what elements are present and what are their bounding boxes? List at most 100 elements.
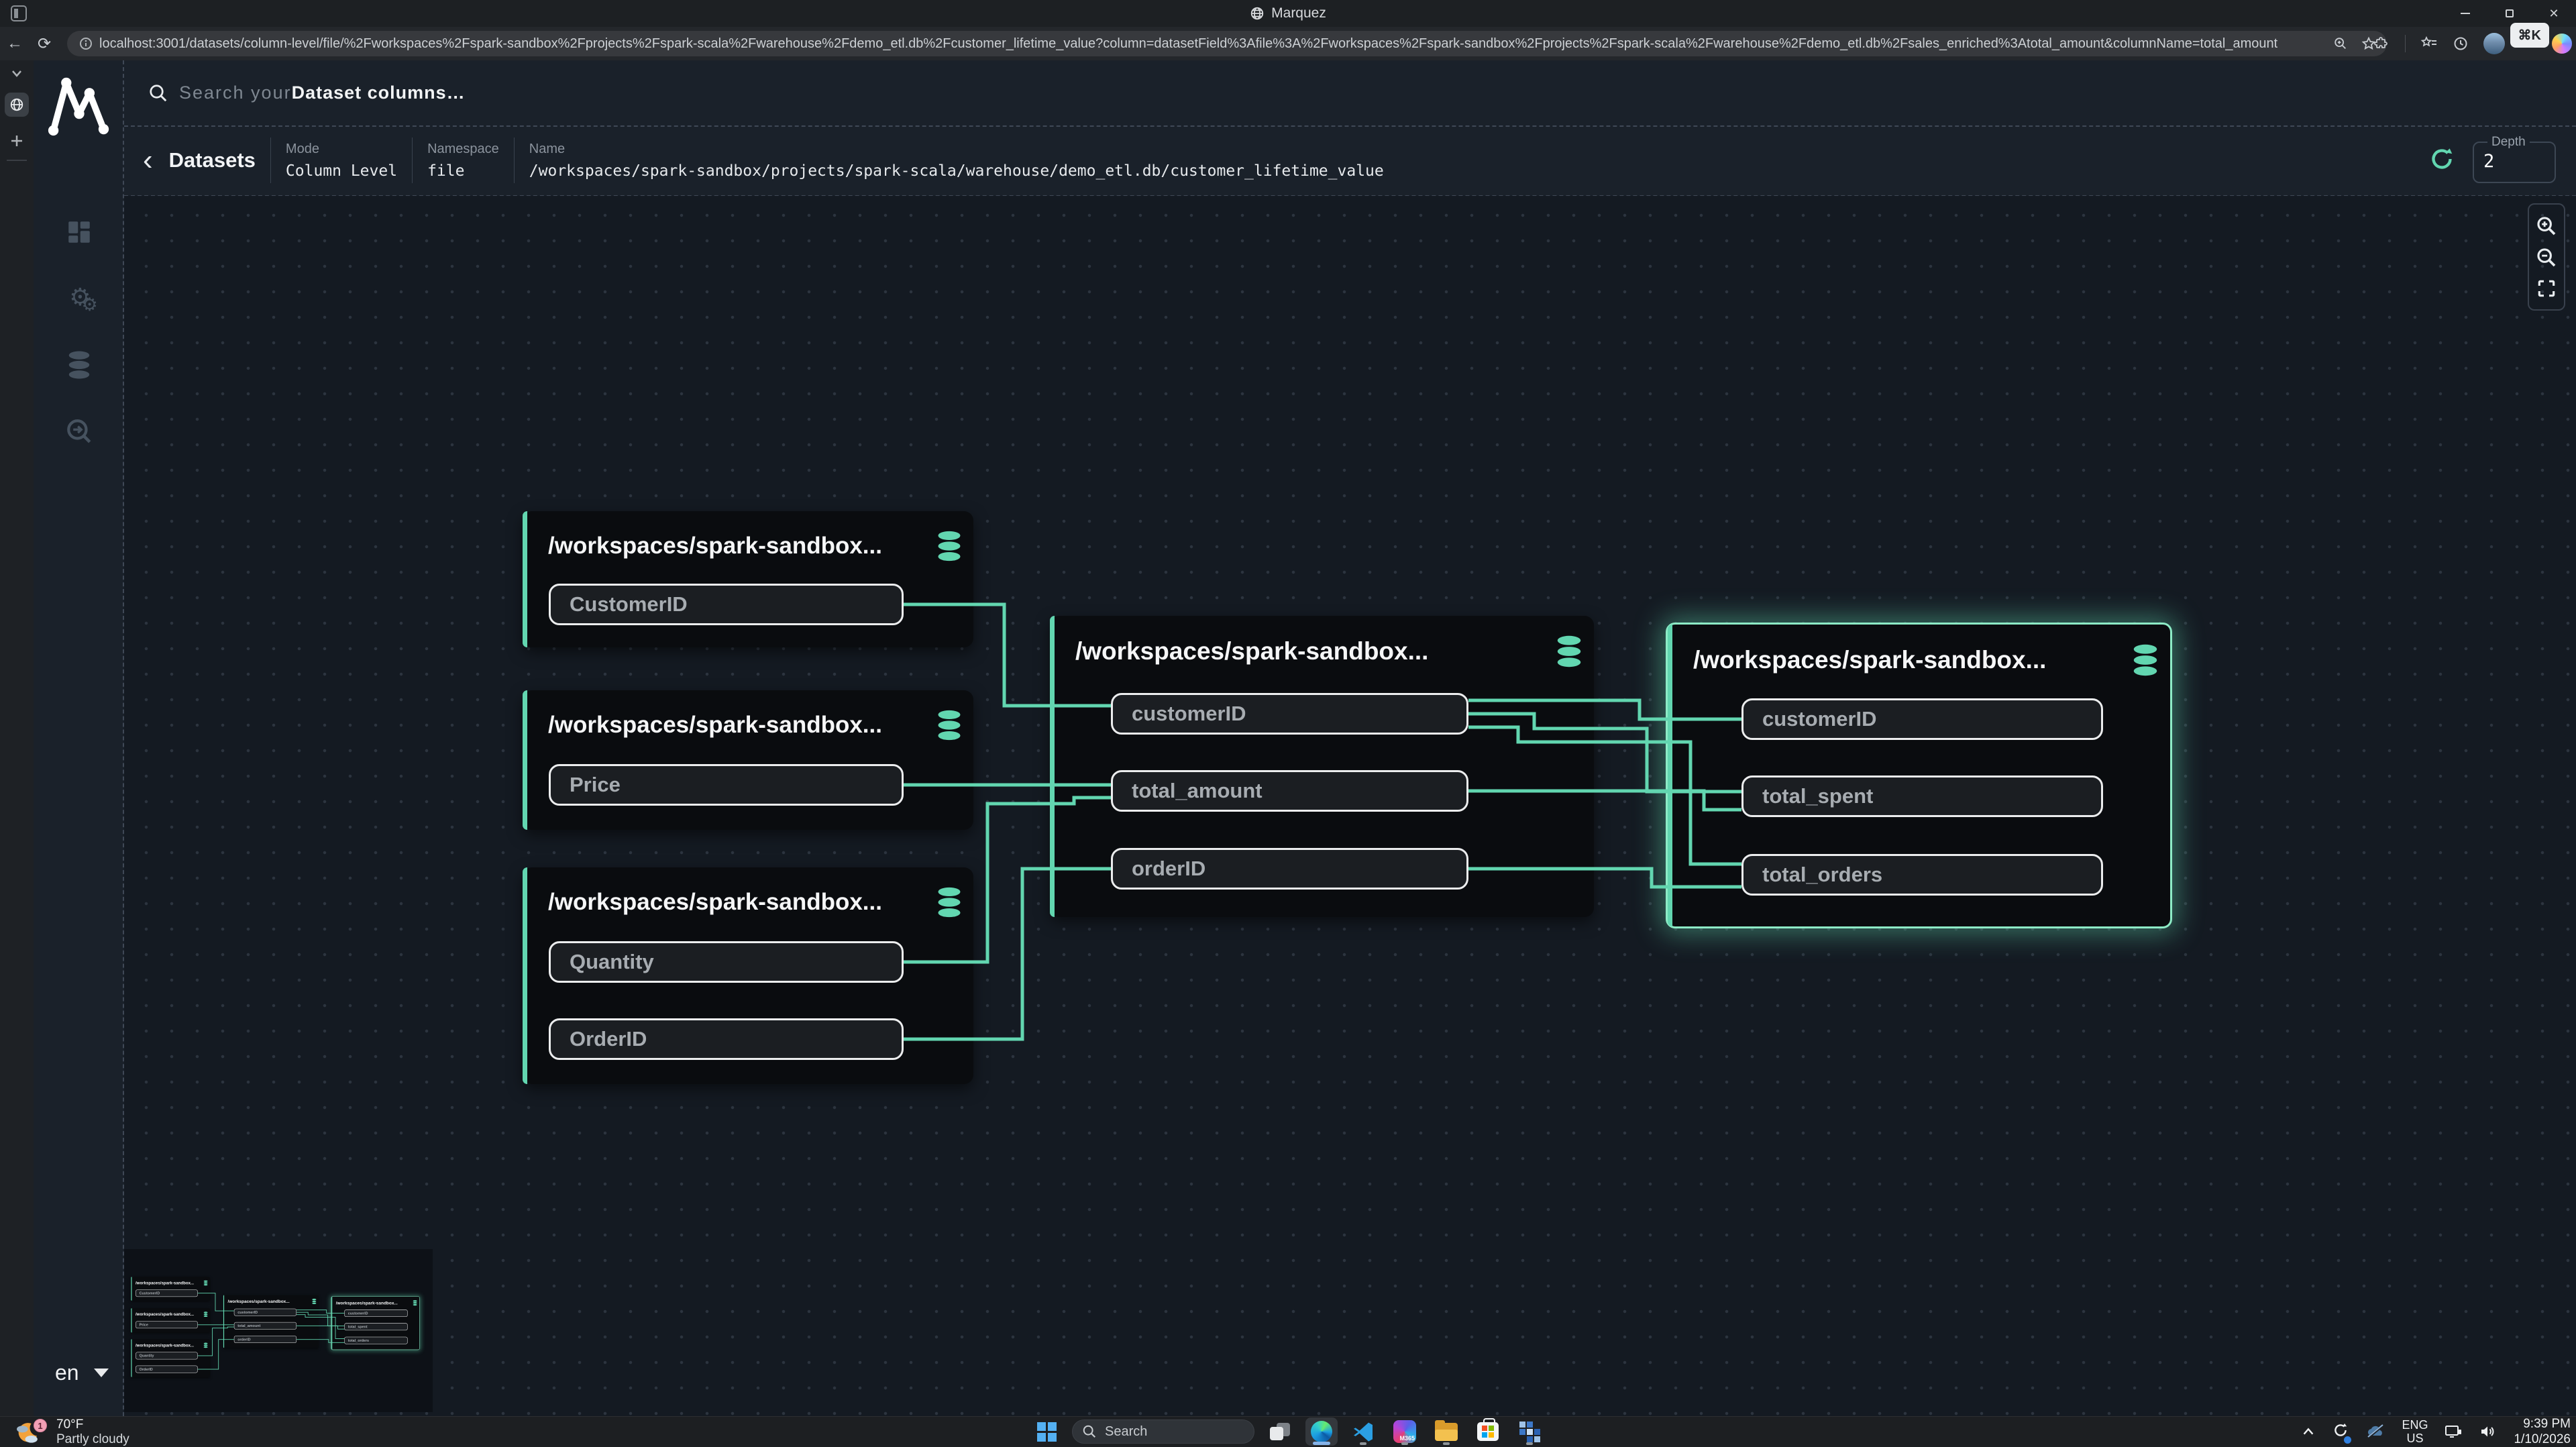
column-label: Quantity xyxy=(140,1354,154,1358)
minimap[interactable]: /workspaces/spark-sandbox... CustomerID … xyxy=(124,1249,433,1412)
column-label: total_spent xyxy=(348,1325,368,1329)
input-language[interactable]: ENG US xyxy=(2402,1418,2428,1445)
dataset-node-title: /workspaces/spark-sandbox... xyxy=(136,1281,194,1285)
column-label: OrderID xyxy=(140,1367,153,1371)
refresh-icon[interactable]: ⟳ xyxy=(30,34,59,54)
taskbar-search[interactable]: Search xyxy=(1072,1419,1254,1444)
column-chip[interactable]: orderID xyxy=(234,1336,297,1343)
column-label: CustomerID xyxy=(140,1291,160,1295)
m365-copilot-icon: M365 xyxy=(1393,1420,1416,1443)
globe-favicon xyxy=(1250,6,1265,21)
column-chip[interactable]: total_orders xyxy=(344,1337,407,1344)
sidebar-item-dashboard[interactable] xyxy=(34,218,124,246)
language-line2: US xyxy=(2402,1432,2428,1445)
column-chip[interactable]: customerID xyxy=(234,1309,297,1316)
tray-chevron-up-icon[interactable] xyxy=(2301,1426,2316,1437)
history-icon[interactable] xyxy=(2453,36,2469,52)
depth-input[interactable]: Depth 2 xyxy=(2473,135,2556,183)
onedrive-paused-icon[interactable] xyxy=(2365,1424,2385,1440)
namespace-label: Namespace xyxy=(427,142,499,157)
column-label: total_amount xyxy=(237,1324,260,1328)
database-icon xyxy=(65,350,93,380)
taskbar-search-placeholder: Search xyxy=(1105,1424,1147,1440)
dataset-node-title: /workspaces/spark-sandbox... xyxy=(228,1299,290,1303)
active-tab-button[interactable] xyxy=(5,93,29,117)
speaker-icon[interactable] xyxy=(2479,1424,2498,1440)
taskbar-explorer-button[interactable] xyxy=(1430,1417,1462,1446)
tab-title: Marquez xyxy=(1271,5,1326,21)
column-chip[interactable]: Quantity xyxy=(136,1352,198,1360)
network-display-icon[interactable] xyxy=(2444,1424,2463,1440)
minimize-button[interactable] xyxy=(2443,0,2487,27)
mode-label: Mode xyxy=(286,142,397,157)
column-label: customerID xyxy=(237,1310,258,1314)
database-icon xyxy=(203,1280,209,1285)
fullscreen-icon[interactable] xyxy=(2536,278,2557,299)
database-icon xyxy=(413,1300,418,1306)
sidebar-item-datasets[interactable] xyxy=(34,350,124,380)
vertical-tabs-icon[interactable] xyxy=(11,5,27,21)
taskbar-clock[interactable]: 9:39 PM 1/10/2026 xyxy=(2514,1416,2571,1447)
browser-tab[interactable]: Marquez xyxy=(1250,5,1326,21)
site-info-icon[interactable] xyxy=(79,37,93,50)
address-bar[interactable]: localhost:3001/datasets/column-level/fil… xyxy=(67,31,2387,56)
column-chip[interactable]: total_amount xyxy=(234,1322,297,1330)
taskbar-edge-button[interactable] xyxy=(1305,1417,1338,1446)
zoom-in-icon[interactable] xyxy=(2535,215,2558,237)
dataset-node[interactable]: /workspaces/spark-sandbox... CustomerID xyxy=(131,1277,210,1301)
node-accent-bar xyxy=(223,1295,224,1348)
zoom-out-icon[interactable] xyxy=(2535,246,2558,269)
start-button[interactable] xyxy=(1030,1417,1063,1446)
column-chip[interactable]: total_spent xyxy=(344,1323,407,1330)
url-text: localhost:3001/datasets/column-level/fil… xyxy=(99,36,2277,52)
new-tab-icon[interactable] xyxy=(9,133,25,149)
clock-time: 9:39 PM xyxy=(2514,1416,2571,1432)
profile-avatar[interactable] xyxy=(2483,33,2505,54)
column-label: customerID xyxy=(348,1311,368,1315)
column-chip[interactable]: OrderID xyxy=(136,1366,198,1373)
favorites-list-icon[interactable] xyxy=(2420,36,2438,52)
gears-icon: ⚙⚙ xyxy=(69,283,89,315)
lineage-canvas[interactable] xyxy=(124,196,2576,1416)
column-search-bar[interactable]: Search your Dataset columns… xyxy=(124,60,2576,125)
dataset-node[interactable]: /workspaces/spark-sandbox... Price xyxy=(131,1308,210,1332)
copilot-icon[interactable] xyxy=(2552,34,2572,54)
edge-vertical-tabstrip xyxy=(0,60,34,1416)
column-chip[interactable]: customerID xyxy=(344,1309,407,1317)
language-selector[interactable]: en xyxy=(55,1360,109,1385)
dataset-node[interactable]: /workspaces/spark-sandbox... customerID … xyxy=(223,1295,319,1348)
taskbar-devapp-button[interactable] xyxy=(1513,1417,1546,1446)
header-separator xyxy=(270,138,271,183)
page-title[interactable]: Datasets xyxy=(169,148,256,172)
back-icon[interactable]: ← xyxy=(0,34,30,53)
zoom-page-icon[interactable] xyxy=(2333,36,2348,51)
running-indicator xyxy=(1401,1442,1408,1445)
column-label: total_orders xyxy=(348,1338,369,1342)
sidebar-item-lineage-search[interactable] xyxy=(34,417,124,445)
namespace-field: Namespace file xyxy=(427,142,499,180)
sidebar-item-jobs[interactable]: ⚙⚙ xyxy=(34,283,124,315)
taskbar-m365-button[interactable]: M365 xyxy=(1389,1417,1421,1446)
database-icon xyxy=(203,1311,209,1317)
column-chip[interactable]: Price xyxy=(136,1321,198,1328)
task-view-icon xyxy=(1270,1423,1290,1440)
toolbar-divider xyxy=(2405,35,2406,52)
header-separator xyxy=(412,138,413,183)
taskbar-center: Search M365 xyxy=(0,1416,2576,1447)
column-label: Price xyxy=(140,1323,148,1327)
extensions-puzzle-icon[interactable] xyxy=(2374,36,2390,52)
database-icon xyxy=(311,1299,317,1305)
m365-label: M365 xyxy=(1399,1435,1415,1442)
dataset-node-selected[interactable]: /workspaces/spark-sandbox... customerID … xyxy=(331,1296,420,1350)
task-view-button[interactable] xyxy=(1264,1417,1296,1446)
taskbar-store-button[interactable] xyxy=(1472,1417,1504,1446)
dataset-node[interactable]: /workspaces/spark-sandbox... Quantity Or… xyxy=(131,1339,210,1377)
taskbar-vscode-button[interactable] xyxy=(1347,1417,1379,1446)
canvas-zoom-controls xyxy=(2528,203,2565,311)
column-chip[interactable]: CustomerID xyxy=(136,1289,198,1297)
collapse-tabs-icon[interactable] xyxy=(9,68,25,79)
app-sidebar: ⚙⚙ xyxy=(34,60,124,1416)
keyboard-shortcut-badge: ⌘K xyxy=(2510,23,2549,48)
dataset-node-title: /workspaces/spark-sandbox... xyxy=(336,1301,398,1305)
refresh-lineage-icon[interactable] xyxy=(2428,146,2455,172)
